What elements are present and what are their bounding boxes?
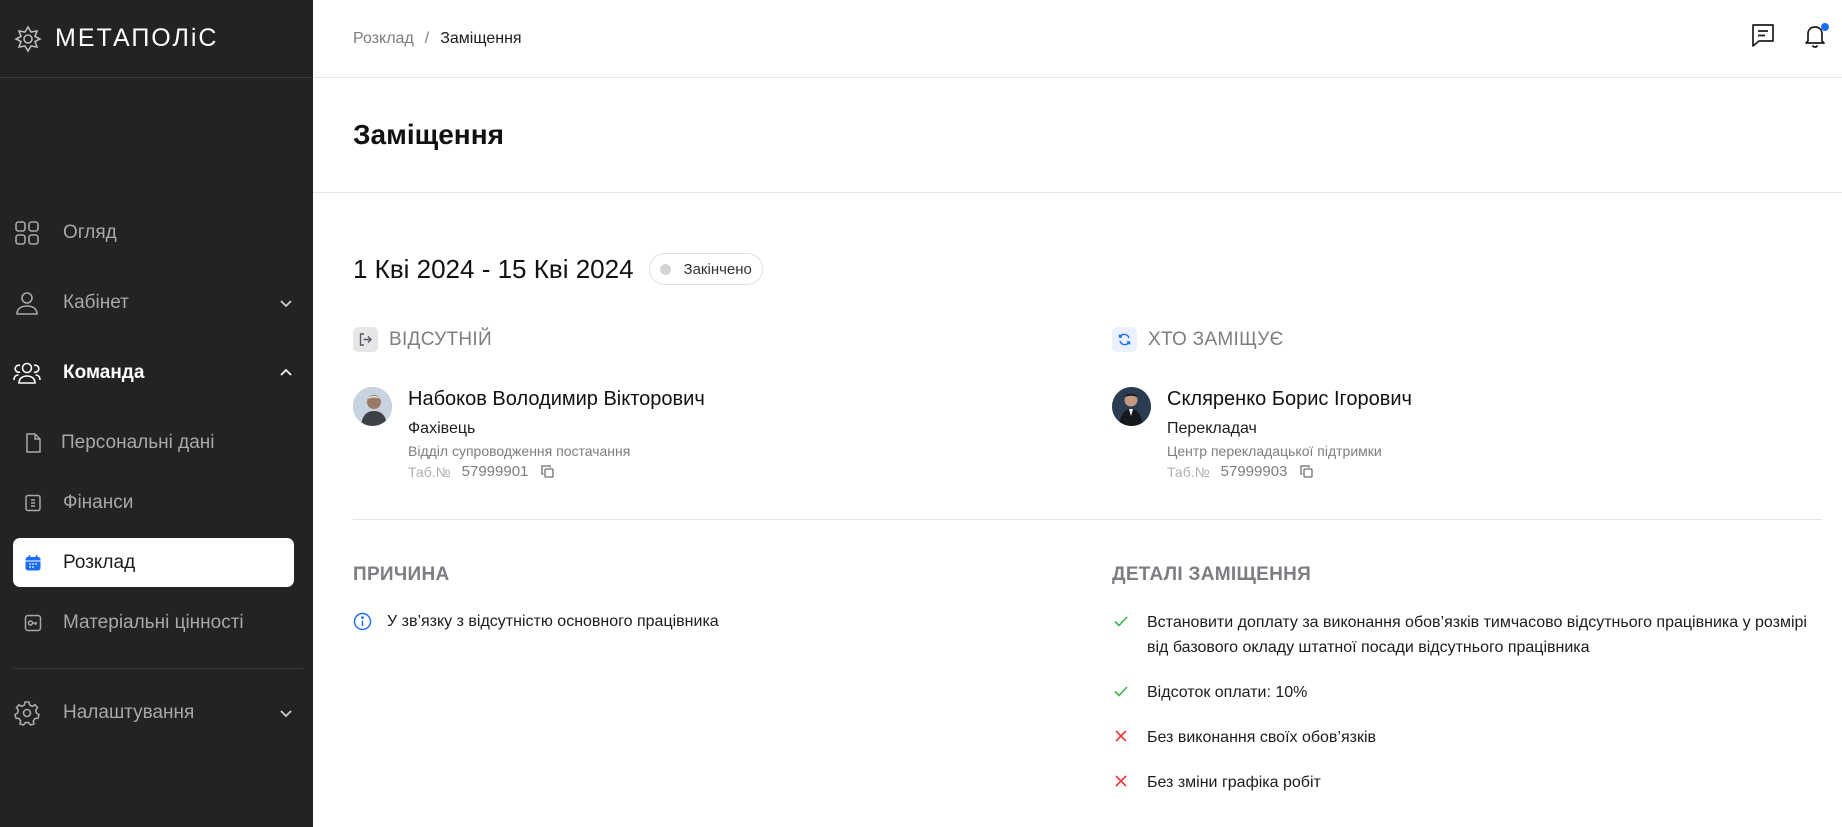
sidebar-item-label: Команда xyxy=(63,362,145,383)
sidebar: МЕТАПОЛіС Огляд Кабінет Команда Персонал… xyxy=(0,0,313,827)
sidebar-item-overview[interactable]: Огляд xyxy=(13,209,295,257)
sidebar-subitem-label: Розклад xyxy=(63,551,136,573)
topbar-actions xyxy=(1750,22,1829,48)
check-icon xyxy=(1112,682,1130,700)
status-dot xyxy=(659,263,671,275)
main-content: Розклад / Заміщення Заміщення 1 Кві 2024… xyxy=(313,0,1842,827)
info-icon xyxy=(353,612,372,631)
tab-value: 57999903 xyxy=(1220,463,1288,480)
substitute-person-card: Скляренко Борис Ігорович Перекладач Цент… xyxy=(1112,387,1712,487)
sidebar-item-settings[interactable]: Налаштування xyxy=(13,689,295,737)
chevron-up-icon[interactable] xyxy=(277,364,295,382)
tab-label: Таб.№ xyxy=(408,463,451,480)
absent-person-card: Набоков Володимир Вікторович Фахівець Ві… xyxy=(353,387,913,487)
sidebar-subitem-material-assets[interactable]: Матеріальні цінності xyxy=(13,598,294,647)
topbar: Розклад / Заміщення xyxy=(313,0,1842,78)
person-tab-number: Таб.№ 57999903 xyxy=(1167,463,1313,480)
copy-icon[interactable] xyxy=(540,465,554,479)
document-icon xyxy=(23,432,43,453)
sidebar-item-label: Кабінет xyxy=(63,292,129,313)
cross-icon xyxy=(1112,772,1130,790)
detail-item: Без зміни графіка робіт xyxy=(1112,770,1832,796)
sidebar-subitem-personal-data[interactable]: Персональні дані xyxy=(13,418,294,467)
logo-icon xyxy=(13,24,43,54)
user-icon xyxy=(13,289,41,317)
messages-icon[interactable] xyxy=(1750,22,1776,48)
copy-icon[interactable] xyxy=(1299,465,1313,479)
detail-text-continued: від базового окладу штатної посади відсу… xyxy=(1147,639,1590,656)
logo-text: МЕТАПОЛіС xyxy=(55,24,219,52)
sidebar-subitem-label: Матеріальні цінності xyxy=(63,611,244,633)
breadcrumb: Розклад / Заміщення xyxy=(353,30,522,48)
logout-icon xyxy=(353,327,378,352)
section-divider xyxy=(353,519,1822,520)
logo[interactable]: МЕТАПОЛіС xyxy=(0,0,313,78)
wallet-icon xyxy=(23,493,43,513)
sidebar-divider xyxy=(13,668,303,669)
sidebar-item-label: Налаштування xyxy=(63,702,195,723)
detail-text: Без виконання своїх обов’язків xyxy=(1147,729,1377,746)
date-range: 1 Кві 2024 - 15 Кві 2024 xyxy=(353,253,634,284)
sidebar-item-label: Огляд xyxy=(63,222,117,243)
tab-value: 57999901 xyxy=(461,463,529,480)
chevron-down-icon[interactable] xyxy=(277,704,295,722)
cross-icon xyxy=(1112,727,1130,745)
absent-heading: ВІДСУТНІЙ xyxy=(353,327,492,352)
users-icon xyxy=(13,359,41,387)
avatar[interactable] xyxy=(1112,387,1151,426)
status-badge: Закінчено xyxy=(648,253,763,285)
check-icon xyxy=(1112,612,1130,630)
person-department: Центр перекладацької підтримки xyxy=(1167,443,1382,459)
page-title: Заміщення xyxy=(353,119,504,150)
person-name: Скляренко Борис Ігорович xyxy=(1167,388,1412,410)
sidebar-subitem-finance[interactable]: Фінанси xyxy=(13,478,294,527)
person-name: Набоков Володимир Вікторович xyxy=(408,388,705,410)
detail-item: Без виконання своїх обов’язків xyxy=(1112,725,1832,751)
absent-heading-text: ВІДСУТНІЙ xyxy=(389,328,492,350)
date-row: 1 Кві 2024 - 15 Кві 2024 Закінчено xyxy=(353,253,763,285)
person-role: Фахівець xyxy=(408,420,476,437)
breadcrumb-current: Заміщення xyxy=(440,29,522,47)
person-tab-number: Таб.№ 57999901 xyxy=(408,463,554,480)
breadcrumb-link-schedule[interactable]: Розклад xyxy=(353,30,414,48)
key-card-icon xyxy=(23,613,43,633)
reason-text: У зв’язку з відсутністю основного праців… xyxy=(387,612,719,630)
grid-icon xyxy=(13,219,41,247)
tab-label: Таб.№ xyxy=(1167,463,1210,480)
substitute-heading: ХТО ЗАМІЩУЄ xyxy=(1112,327,1284,352)
detail-item: Відсоток оплати: 10% xyxy=(1112,680,1832,706)
gear-icon xyxy=(13,699,41,727)
person-role: Перекладач xyxy=(1167,420,1257,437)
notification-dot xyxy=(1821,23,1829,31)
detail-text: Встановити доплату за виконання обов’язк… xyxy=(1147,614,1807,631)
detail-text: Без зміни графіка робіт xyxy=(1147,774,1321,791)
bell-icon[interactable] xyxy=(1802,22,1829,48)
sidebar-subitem-label: Персональні дані xyxy=(61,431,215,453)
sidebar-item-team[interactable]: Команда xyxy=(13,349,295,397)
person-department: Відділ супроводження постачання xyxy=(408,443,631,459)
reason-heading: ПРИЧИНА xyxy=(353,564,450,585)
substitute-heading-text: ХТО ЗАМІЩУЄ xyxy=(1148,328,1284,350)
avatar[interactable] xyxy=(353,387,392,426)
detail-text: Відсоток оплати: 10% xyxy=(1147,684,1308,701)
calendar-icon xyxy=(23,553,43,573)
detail-item: Встановити доплату за виконання обов’язк… xyxy=(1112,610,1832,664)
breadcrumb-separator: / xyxy=(424,29,430,47)
sidebar-subitem-schedule[interactable]: Розклад xyxy=(13,538,294,587)
chevron-down-icon[interactable] xyxy=(277,294,295,312)
reason-row: У зв’язку з відсутністю основного праців… xyxy=(353,612,719,631)
sidebar-subitem-label: Фінанси xyxy=(63,491,134,513)
status-text: Закінчено xyxy=(683,260,752,278)
title-bar: Заміщення xyxy=(313,78,1842,193)
details-heading: ДЕТАЛІ ЗАМІЩЕННЯ xyxy=(1112,564,1312,585)
sidebar-item-cabinet[interactable]: Кабінет xyxy=(13,279,295,327)
swap-icon xyxy=(1112,327,1137,352)
